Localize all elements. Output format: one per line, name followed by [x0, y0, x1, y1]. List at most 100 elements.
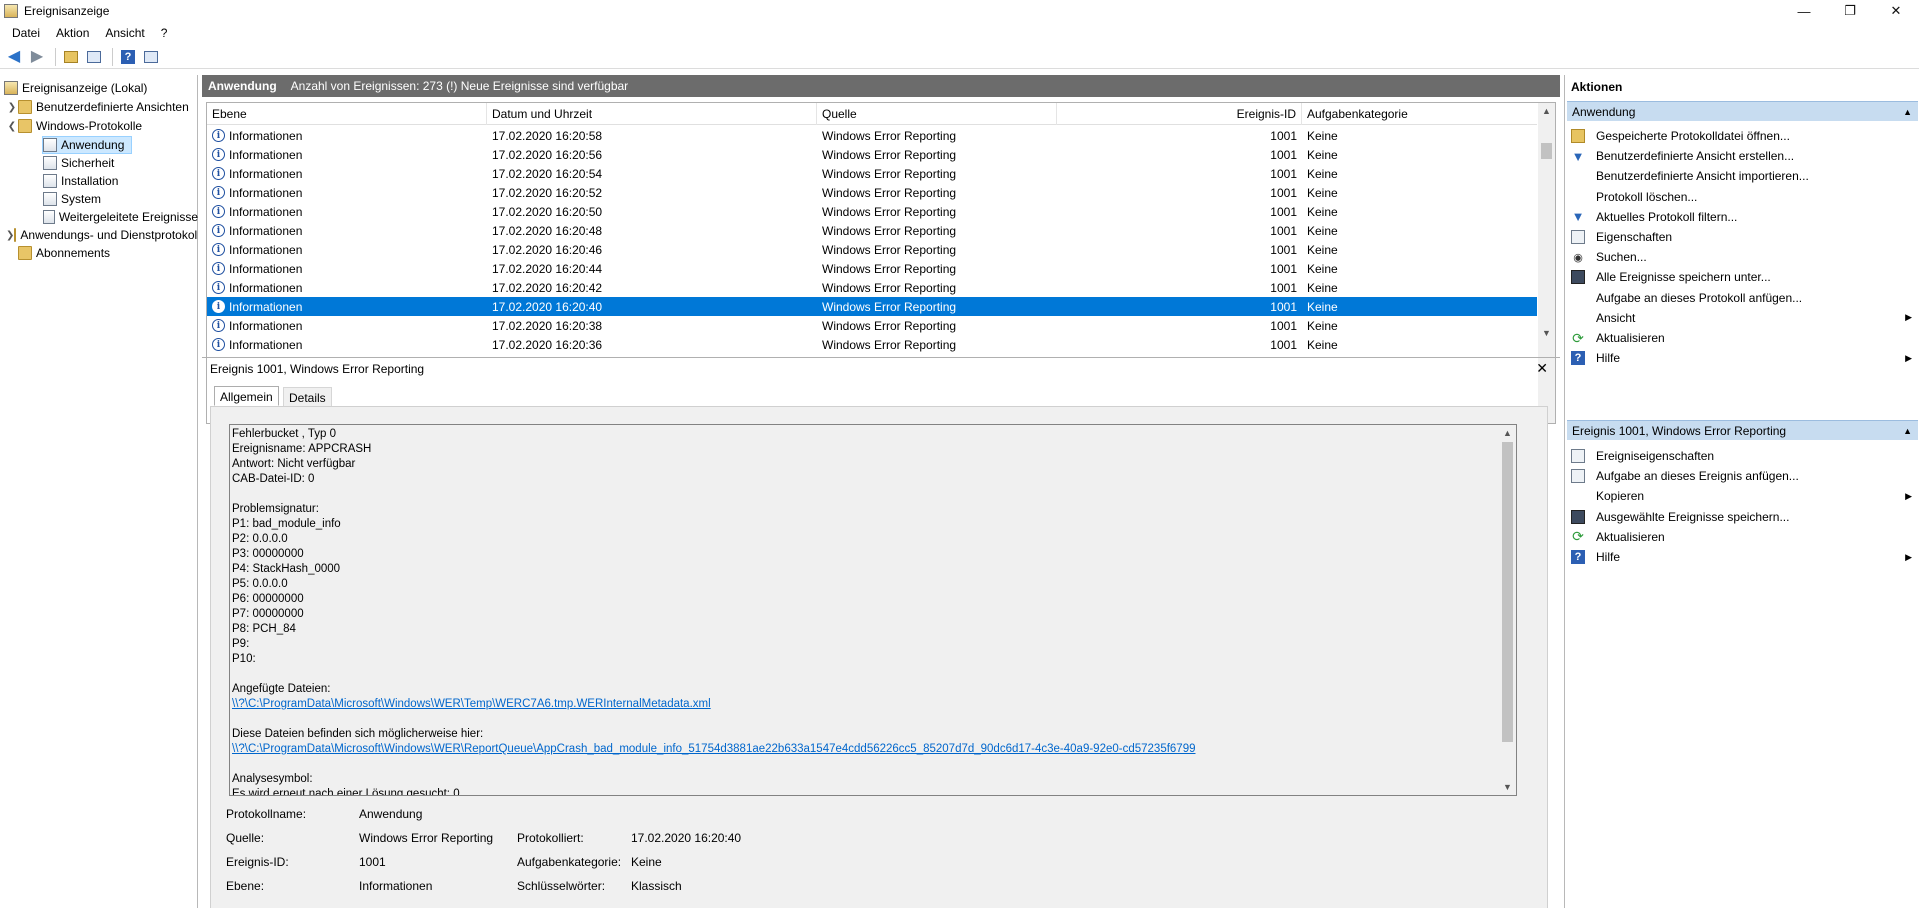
table-row[interactable]: i Informationen 17.02.2020 16:20:58 Windows…: [207, 126, 1537, 145]
description-line: Fehlerbucket , Typ 0: [232, 428, 336, 440]
forward-button[interactable]: ▶: [27, 47, 47, 67]
scroll-thumb[interactable]: [1502, 442, 1513, 742]
action-item[interactable]: Aufgabe an dieses Protokoll anfügen...: [1571, 288, 1916, 308]
tree-app-services[interactable]: ❯ Anwendungs- und Dienstprotokolle: [6, 226, 198, 244]
table-row[interactable]: i Informationen 17.02.2020 16:20:48 Windows…: [207, 221, 1537, 240]
action-item[interactable]: Protokoll löschen...: [1571, 187, 1916, 207]
file-path-link[interactable]: \\?\C:\ProgramData\Microsoft\Windows\WER…: [232, 742, 1482, 757]
show-hide-tree-button[interactable]: [84, 47, 104, 67]
restore-button[interactable]: ❐: [1827, 0, 1873, 22]
log-icon: [43, 210, 55, 224]
column-header-ebene[interactable]: Ebene: [207, 103, 487, 125]
description-line: P7: 00000000: [232, 608, 304, 620]
action-item[interactable]: ◉ Suchen...: [1571, 247, 1916, 267]
collapse-icon[interactable]: ▲: [1903, 102, 1912, 122]
cell-source: Windows Error Reporting: [822, 261, 957, 276]
description-scrollbar[interactable]: ▲ ▼: [1499, 425, 1516, 795]
action-label: Ereigniseigenschaften: [1596, 449, 1715, 463]
action-label: Hilfe: [1596, 550, 1621, 564]
table-row[interactable]: i Informationen 17.02.2020 16:20:56 Windows…: [207, 145, 1537, 164]
action-item[interactable]: ? Hilfe ▶: [1571, 348, 1916, 368]
scroll-down-icon[interactable]: ▼: [1499, 779, 1516, 795]
action-item[interactable]: ▼ Benutzerdefinierte Ansicht erstellen...: [1571, 146, 1916, 166]
table-row[interactable]: i Informationen 17.02.2020 16:20:38 Windows…: [207, 316, 1537, 335]
column-header-quelle[interactable]: Quelle: [817, 103, 1057, 125]
cell-event-id: 1001: [1270, 318, 1297, 333]
tree-subscriptions[interactable]: Abonnements: [18, 244, 198, 262]
table-row[interactable]: i Informationen 17.02.2020 16:20:50 Windows…: [207, 202, 1537, 221]
scroll-up-icon[interactable]: ▲: [1538, 103, 1555, 119]
minimize-button[interactable]: —: [1781, 0, 1827, 22]
meta-event-id: 1001: [359, 855, 386, 869]
meta-log-name: Anwendung: [359, 807, 423, 821]
actions-section-event[interactable]: Ereignis 1001, Windows Error Reporting ▲: [1567, 420, 1918, 440]
cell-level: Informationen: [229, 261, 303, 276]
table-row[interactable]: i Informationen 17.02.2020 16:20:46 Windows…: [207, 240, 1537, 259]
scroll-thumb[interactable]: [1541, 143, 1552, 159]
file-path-link[interactable]: \\?\C:\ProgramData\Microsoft\Windows\WER…: [232, 697, 1482, 712]
tree-custom-views[interactable]: ❯ Benutzerdefinierte Ansichten: [6, 98, 198, 116]
action-item[interactable]: ▼ Aktuelles Protokoll filtern...: [1571, 207, 1916, 227]
cell-category: Keine: [1307, 261, 1338, 276]
collapse-icon[interactable]: ▲: [1903, 421, 1912, 441]
table-row[interactable]: i Informationen 17.02.2020 16:20:40 Windows…: [207, 297, 1537, 316]
action-item[interactable]: Benutzerdefinierte Ansicht importieren..…: [1571, 166, 1916, 186]
tree-log-label: Sicherheit: [61, 156, 115, 170]
column-header-ereignis-id[interactable]: Ereignis-ID: [1057, 103, 1302, 125]
show-action-pane-button[interactable]: [141, 47, 161, 67]
event-description-box[interactable]: Fehlerbucket , Typ 0 Ereignisname: APPCRA…: [229, 424, 1517, 796]
cell-category: Keine: [1307, 166, 1338, 181]
expand-chevron-icon[interactable]: ❯: [6, 230, 14, 241]
scroll-down-icon[interactable]: ▼: [1538, 325, 1555, 341]
column-header-aufgabenkategorie[interactable]: Aufgabenkategorie: [1302, 103, 1537, 125]
menu-aktion[interactable]: Aktion: [48, 26, 97, 40]
table-row[interactable]: i Informationen 17.02.2020 16:20:42 Windows…: [207, 278, 1537, 297]
action-item[interactable]: ⟳ Aktualisieren: [1571, 328, 1916, 348]
action-item[interactable]: Alle Ereignisse speichern unter...: [1571, 267, 1916, 287]
table-row[interactable]: i Informationen 17.02.2020 16:20:54 Windows…: [207, 164, 1537, 183]
table-row[interactable]: i Informationen 17.02.2020 16:20:36 Windows…: [207, 335, 1537, 354]
scroll-up-icon[interactable]: ▲: [1499, 425, 1516, 441]
action-item[interactable]: Eigenschaften: [1571, 227, 1916, 247]
back-button[interactable]: ◀: [4, 47, 24, 67]
actions-section-log-label: Anwendung: [1572, 105, 1636, 119]
table-row[interactable]: i Informationen 17.02.2020 16:20:52 Windows…: [207, 183, 1537, 202]
tree-root[interactable]: Ereignisanzeige (Lokal): [4, 79, 194, 97]
tree-log-system[interactable]: System: [43, 190, 198, 208]
tree-log-installation[interactable]: Installation: [43, 172, 198, 190]
close-icon[interactable]: ✕: [1536, 360, 1548, 377]
tree-log-sicherheit[interactable]: Sicherheit: [43, 154, 198, 172]
action-item[interactable]: ⟳ Aktualisieren: [1571, 527, 1916, 547]
column-header-datum[interactable]: Datum und Uhrzeit: [487, 103, 817, 125]
menu-datei[interactable]: Datei: [4, 26, 48, 40]
action-item[interactable]: Ansicht ▶: [1571, 308, 1916, 328]
tree-log-forwarded[interactable]: Weitergeleitete Ereignisse: [43, 208, 198, 226]
cell-date: 17.02.2020 16:20:38: [492, 318, 603, 333]
action-item[interactable]: Gespeicherte Protokolldatei öffnen...: [1571, 126, 1916, 146]
action-item[interactable]: ? Hilfe ▶: [1571, 547, 1916, 567]
menu-help[interactable]: ?: [153, 26, 176, 40]
submenu-arrow-icon: ▶: [1905, 312, 1912, 323]
menu-ansicht[interactable]: Ansicht: [97, 26, 152, 40]
help-button[interactable]: ?: [118, 47, 138, 67]
cell-category: Keine: [1307, 280, 1338, 295]
meta-level-label: Ebene:: [226, 879, 265, 893]
cell-event-id: 1001: [1270, 166, 1297, 181]
action-item[interactable]: Ausgewählte Ereignisse speichern...: [1571, 507, 1916, 527]
action-label: Hilfe: [1596, 351, 1621, 366]
up-folder-button[interactable]: [61, 47, 81, 67]
table-row[interactable]: i Informationen 17.02.2020 16:20:44 Windows…: [207, 259, 1537, 278]
action-item[interactable]: Kopieren ▶: [1571, 486, 1916, 506]
action-item[interactable]: Aufgabe an dieses Ereignis anfügen...: [1571, 466, 1916, 486]
tree-log-anwendung[interactable]: Anwendung: [42, 136, 132, 154]
close-button[interactable]: ✕: [1873, 0, 1919, 22]
tree-windows-logs[interactable]: ❮ Windows-Protokolle: [6, 117, 198, 135]
log-header-title: Anwendung: [208, 79, 277, 93]
cell-category: Keine: [1307, 299, 1338, 314]
collapse-chevron-icon[interactable]: ❮: [6, 121, 18, 132]
expand-chevron-icon[interactable]: ❯: [6, 102, 18, 113]
action-item[interactable]: Ereigniseigenschaften: [1571, 446, 1916, 466]
actions-section-log[interactable]: Anwendung ▲: [1567, 101, 1918, 121]
tab-details[interactable]: Details: [283, 387, 332, 407]
tab-allgemein[interactable]: Allgemein: [214, 386, 279, 406]
